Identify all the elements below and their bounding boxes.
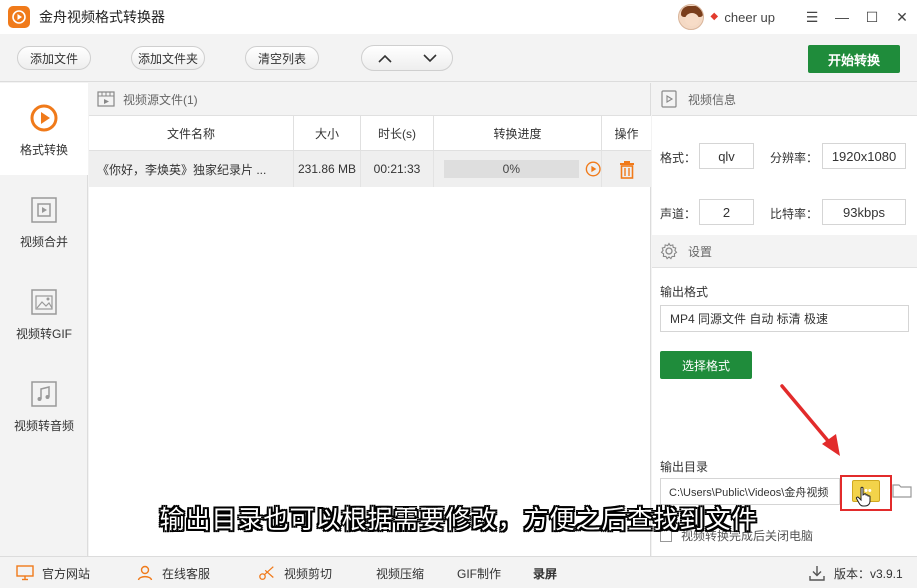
video-compress-label: 视频压缩 — [376, 566, 425, 581]
play-circle-icon — [29, 103, 59, 133]
nav-item-format-convert[interactable]: 格式转换 — [0, 83, 88, 175]
move-up-button[interactable] — [362, 46, 407, 70]
chevron-up-icon — [377, 54, 392, 63]
record-screen-label: 录屏 — [533, 566, 558, 581]
video-info-icon — [661, 90, 677, 108]
output-dir-label: 输出目录 — [660, 460, 709, 474]
move-buttons — [361, 45, 453, 71]
file-panel-header: 视频源文件(1) — [89, 83, 650, 116]
user-icon — [136, 564, 154, 582]
nav-item-video-to-audio[interactable]: 视频转音频 — [0, 359, 88, 451]
official-website-label: 官方网站 — [42, 566, 91, 581]
table-row[interactable]: 《你好，李焕英》独家纪录片 ... 231.86 MB 00:21:33 0% — [89, 151, 651, 187]
table-header: 文件名称 大小 时长(s) 转换进度 操作 — [89, 116, 651, 151]
user-avatar[interactable] — [678, 4, 705, 30]
resolution-label: 分辨率： — [770, 151, 819, 165]
online-service-label: 在线客服 — [162, 566, 211, 581]
add-folder-button[interactable]: 添加文件夹 — [131, 46, 205, 70]
annotation-arrow-icon — [780, 384, 840, 456]
version-label: 版本：v3.9.1 — [834, 566, 903, 581]
official-website-link[interactable]: 官方网站 — [16, 557, 90, 588]
file-duration-cell: 00:21:33 — [361, 151, 434, 187]
column-header[interactable]: 大小 — [294, 116, 361, 151]
file-panel: 视频源文件(1) 文件名称 大小 时长(s) 转换进度 操作 《你好，李焕英》独… — [89, 83, 651, 556]
resolution-value: 1920x1080 — [822, 143, 906, 169]
trash-icon[interactable] — [618, 160, 636, 179]
settings-header: 设置 — [652, 235, 917, 268]
video-edit-label: 视频剪切 — [284, 566, 333, 581]
choose-format-button[interactable]: 选择格式 — [660, 351, 752, 379]
app-logo-icon — [8, 6, 30, 28]
output-format-field[interactable]: MP4 同源文件 自动 标清 极速 — [660, 305, 909, 332]
monitor-icon — [16, 564, 34, 582]
start-convert-button[interactable]: 开始转换 — [808, 45, 900, 73]
status-bar: 官方网站 在线客服 视频剪切 视频压缩 GIF制作 录屏 版本：v3.9.1 — [0, 556, 917, 588]
film-icon — [97, 91, 115, 107]
channel-label: 声道： — [660, 207, 697, 221]
music-note-icon — [29, 379, 59, 409]
video-subtitle: 输出目录也可以根据需要修改，方便之后查找到文件 — [159, 505, 758, 534]
nav-item-video-to-gif[interactable]: 视频转GIF — [0, 267, 88, 359]
add-file-button[interactable]: 添加文件 — [17, 46, 91, 70]
left-nav: 格式转换 视频合并 视频转GIF 视频转音频 — [0, 83, 88, 556]
video-info-header: 视频信息 — [652, 83, 917, 116]
gear-icon — [660, 242, 678, 260]
app-title: 金舟视频格式转换器 — [39, 9, 165, 25]
nav-label: 视频转音频 — [13, 419, 74, 433]
move-down-button[interactable] — [407, 46, 452, 70]
toolbar: 添加文件 添加文件夹 清空列表 开始转换 — [0, 34, 917, 82]
file-name-cell: 《你好，李焕英》独家纪录片 ... — [89, 151, 294, 187]
chevron-down-icon — [422, 53, 437, 62]
bitrate-value: 93kbps — [822, 199, 906, 225]
channel-value: 2 — [699, 199, 754, 225]
vip-diamond-icon: ◆ — [710, 11, 719, 22]
nav-label: 格式转换 — [19, 143, 68, 157]
format-label: 格式： — [660, 151, 697, 165]
video-edit-link[interactable]: 视频剪切 — [258, 557, 332, 588]
online-service-link[interactable]: 在线客服 — [136, 557, 210, 588]
nav-label: 视频合并 — [19, 235, 68, 249]
restore-icon[interactable]: ☐ — [857, 0, 887, 34]
file-panel-title: 视频源文件(1) — [123, 92, 198, 107]
clear-list-button[interactable]: 清空列表 — [245, 46, 319, 70]
column-header[interactable]: 时长(s) — [361, 116, 434, 151]
version-info[interactable]: 版本：v3.9.1 — [808, 557, 903, 588]
settings-title: 设置 — [688, 244, 713, 259]
record-screen-link[interactable]: 录屏 — [533, 557, 557, 588]
column-header: 操作 — [614, 127, 639, 141]
column-header[interactable]: 文件名称 — [89, 116, 294, 151]
download-icon — [808, 564, 826, 582]
gif-make-label: GIF制作 — [457, 566, 501, 581]
progress-bar: 0% — [444, 160, 579, 178]
title-bar: 金舟视频格式转换器 ◆ cheer up ☰ — ☐ ✕ — [0, 0, 917, 34]
minimize-icon[interactable]: — — [827, 0, 857, 34]
file-size-cell: 231.86 MB — [294, 151, 361, 187]
close-icon[interactable]: ✕ — [887, 0, 917, 34]
scissors-icon — [258, 564, 276, 582]
format-value: qlv — [699, 143, 754, 169]
column-header[interactable]: 转换进度 — [434, 116, 602, 151]
right-panel: 视频信息 格式： qlv 分辨率： 1920x1080 声道： 2 比特率： 9… — [652, 83, 917, 556]
image-icon — [29, 287, 59, 317]
operation-cell — [602, 151, 651, 187]
folder-icon[interactable] — [892, 481, 912, 499]
nav-item-video-merge[interactable]: 视频合并 — [0, 175, 88, 267]
menu-icon[interactable]: ☰ — [797, 0, 827, 34]
user-name[interactable]: cheer up — [724, 10, 775, 25]
gif-make-link[interactable]: GIF制作 — [457, 557, 501, 588]
video-info-title: 视频信息 — [688, 92, 737, 107]
progress-cell: 0% — [434, 151, 602, 187]
output-format-label: 输出格式 — [660, 285, 709, 299]
bitrate-label: 比特率： — [770, 207, 819, 221]
play-icon[interactable] — [585, 160, 601, 178]
video-compress-link[interactable]: 视频压缩 — [376, 557, 424, 588]
video-merge-icon — [29, 195, 59, 225]
nav-label: 视频转GIF — [16, 327, 72, 341]
